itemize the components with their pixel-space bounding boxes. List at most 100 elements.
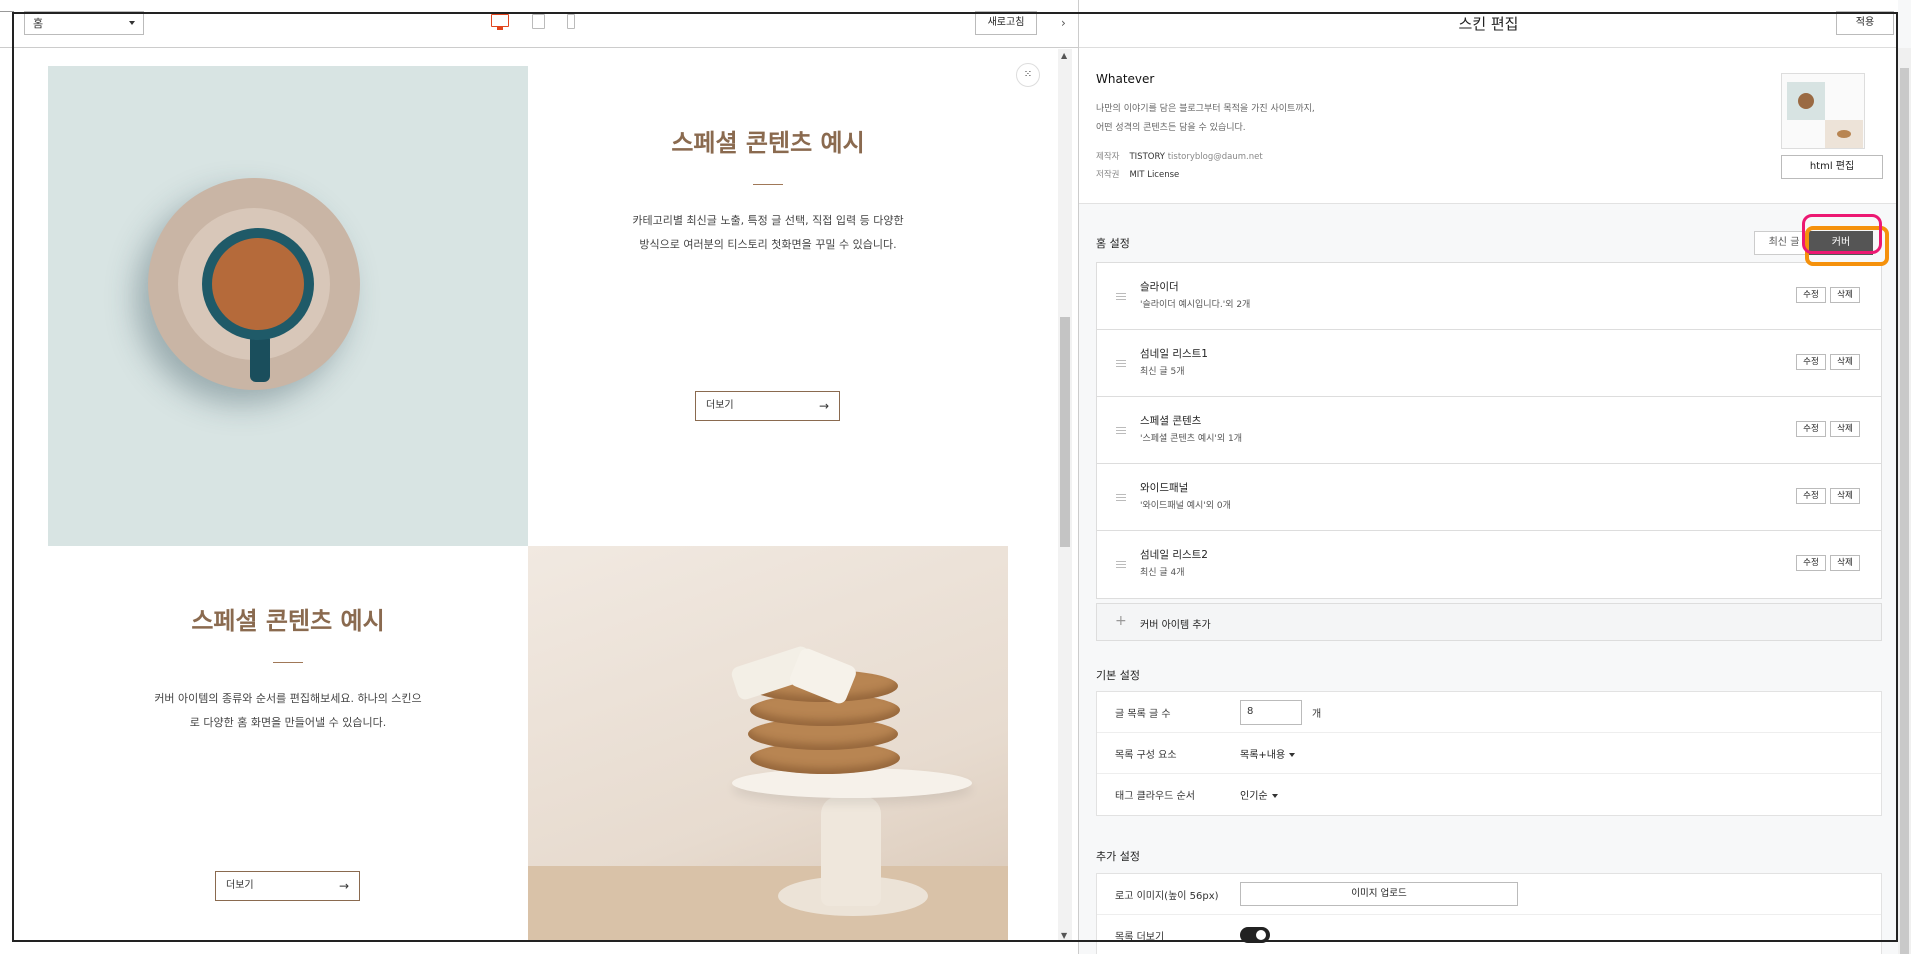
tablet-view-icon[interactable] [532,14,545,29]
more-button-label: 더보기 [706,400,734,411]
page-select-value: 홈 [33,17,44,30]
cover-item[interactable]: 와이드패널 '와이드패널 예시'외 0개 수정 삭제 [1097,464,1881,531]
plus-icon: + [1115,613,1127,629]
preview-scrollbar[interactable]: ▲ ▼ [1058,49,1072,942]
mobile-view-icon[interactable] [567,14,575,29]
desc-line: 커버 아이템의 종류와 순서를 편집해보세요. 하나의 스킨으 [154,692,422,705]
collapse-panel-icon[interactable]: › [1061,16,1066,30]
delete-button[interactable]: 삭제 [1830,354,1860,370]
cover-item-title: 섬네일 리스트1 [1140,348,1208,360]
maker-label: 제작자 [1096,152,1120,162]
special-content-desc: 커버 아이템의 종류와 순서를 편집해보세요. 하나의 스킨으 로 다양한 홈 … [48,687,528,735]
thumb-coffee-shape [1787,82,1825,120]
delete-button[interactable]: 삭제 [1830,421,1860,437]
toolbar-edge-line [0,11,14,12]
cover-item[interactable]: 섬네일 리스트1 최신 글 5개 수정 삭제 [1097,330,1881,397]
scroll-up-icon[interactable]: ▲ [1061,51,1067,60]
desc-line: 로 다양한 홈 화면을 만들어낼 수 있습니다. [189,716,387,729]
more-button[interactable]: 더보기 → [215,871,360,901]
table-surface-shape [528,866,1008,942]
panel-title: 스킨 편집 [1458,15,1519,33]
stand-stem-shape [821,796,881,906]
special-content-block-1: 스페셜 콘텐츠 예시 카테고리별 최신글 노출, 특정 글 선택, 직접 입력 … [528,66,1008,546]
arrow-right-icon: → [338,879,349,893]
cover-item-title: 섬네일 리스트2 [1140,549,1208,561]
thumb-cookie-shape [1825,120,1863,148]
highlight-box-magenta [1802,214,1882,254]
tag-order-select[interactable]: 인기순 [1240,787,1278,802]
edit-button[interactable]: 수정 [1796,488,1826,504]
title-divider [753,184,783,185]
basic-settings-title: 기본 설정 [1096,669,1140,682]
basic-settings-form: 글 목록 글 수 8 개 목록 구성 요소 목록+내용 태그 클라우드 순서 인… [1096,691,1882,816]
page-select[interactable]: 홈 [24,11,144,35]
preview-toolbar: 홈 새로고침 › [0,0,1078,48]
more-list-label: 목록 더보기 [1115,932,1165,943]
skin-edit-panel: 스킨 편집 적용 Whatever 나만의 이야기를 담은 블로그부터 목적을 … [1079,0,1911,954]
skin-thumbnail [1781,73,1865,149]
edit-button[interactable]: 수정 [1796,555,1826,571]
maker-row: 제작자 TISTORY tistoryblog@daum.net [1096,150,1263,162]
panel-scrollbar[interactable] [1898,48,1911,954]
skin-desc-line: 나만의 이야기를 담은 블로그부터 목적을 가진 사이트까지, [1096,104,1315,114]
cover-item-subtitle: '슬라이더 예시입니다.'외 2개 [1140,300,1251,310]
special-content-title: 스페셜 콘텐츠 예시 [671,128,865,157]
maker-email: tistoryblog@daum.net [1167,152,1263,162]
edit-button[interactable]: 수정 [1796,287,1826,303]
edit-button[interactable]: 수정 [1796,354,1826,370]
drag-handle-icon[interactable] [1116,494,1126,501]
more-list-row: 목록 더보기 [1097,915,1881,954]
apply-button[interactable]: 적용 [1836,11,1894,35]
coffee-image [48,66,528,546]
post-count-input[interactable]: 8 [1240,700,1302,725]
logo-label: 로고 이미지(높이 56px) [1115,891,1219,902]
drag-handle-icon[interactable] [1116,427,1126,434]
tistory-menu-icon[interactable]: ⁙ [1016,63,1040,87]
logo-row: 로고 이미지(높이 56px) 이미지 업로드 [1097,874,1881,915]
cover-item-title: 스페셜 콘텐츠 [1140,415,1202,427]
list-composition-value: 목록+내용 [1240,750,1286,761]
desktop-view-icon[interactable] [491,14,509,30]
cover-item-subtitle: 최신 글 5개 [1140,367,1185,377]
delete-button[interactable]: 삭제 [1830,555,1860,571]
drag-handle-icon[interactable] [1116,293,1126,300]
refresh-button[interactable]: 새로고침 [975,11,1037,35]
tag-order-row: 태그 클라우드 순서 인기순 [1097,774,1881,815]
more-button-label: 더보기 [226,880,254,891]
maker-name: TISTORY [1129,152,1166,162]
image-upload-button[interactable]: 이미지 업로드 [1240,882,1518,906]
special-content-desc: 카테고리별 최신글 노출, 특정 글 선택, 직접 입력 등 다양한 방식으로 … [528,209,1008,257]
chevron-down-icon [1271,794,1278,798]
extra-settings-title: 추가 설정 [1096,850,1140,863]
skin-name: Whatever [1096,72,1155,86]
tag-order-value: 인기순 [1240,791,1268,802]
delete-button[interactable]: 삭제 [1830,488,1860,504]
panel-scroll-thumb[interactable] [1900,68,1909,954]
scroll-down-icon[interactable]: ▼ [1061,931,1067,940]
cover-item[interactable]: 섬네일 리스트2 최신 글 4개 수정 삭제 [1097,531,1881,598]
more-list-toggle[interactable] [1240,927,1270,943]
cover-item-title: 와이드패널 [1140,482,1189,494]
chevron-down-icon [129,21,135,25]
drag-handle-icon[interactable] [1116,360,1126,367]
cover-item-subtitle: 최신 글 4개 [1140,568,1185,578]
more-button[interactable]: 더보기 → [695,391,840,421]
cover-item-list: 슬라이더 '슬라이더 예시입니다.'외 2개 수정 삭제 섬네일 리스트1 최신 글 5개… [1096,262,1882,599]
desc-line: 방식으로 여러분의 티스토리 첫화면을 꾸밀 수 있습니다. [639,238,897,251]
add-cover-item-button[interactable]: + 커버 아이템 추가 [1096,603,1882,641]
list-composition-select[interactable]: 목록+내용 [1240,746,1296,761]
arrow-right-icon: → [818,399,829,413]
drag-handle-icon[interactable] [1116,561,1126,568]
list-composition-label: 목록 구성 요소 [1115,750,1177,761]
cover-item[interactable]: 스페셜 콘텐츠 '스페셜 콘텐츠 예시'외 1개 수정 삭제 [1097,397,1881,464]
post-count-unit: 개 [1312,709,1322,720]
cover-item[interactable]: 슬라이더 '슬라이더 예시입니다.'외 2개 수정 삭제 [1097,263,1881,330]
html-edit-button[interactable]: html 편집 [1781,155,1883,179]
scroll-thumb[interactable] [1060,317,1070,547]
delete-button[interactable]: 삭제 [1830,287,1860,303]
cover-item-subtitle: '와이드패널 예시'외 0개 [1140,501,1231,511]
add-cover-item-label: 커버 아이템 추가 [1140,620,1211,631]
edit-button[interactable]: 수정 [1796,421,1826,437]
skin-desc: 나만의 이야기를 담은 블로그부터 목적을 가진 사이트까지, 어떤 성격의 콘… [1096,100,1496,138]
cookies-image [528,546,1008,942]
